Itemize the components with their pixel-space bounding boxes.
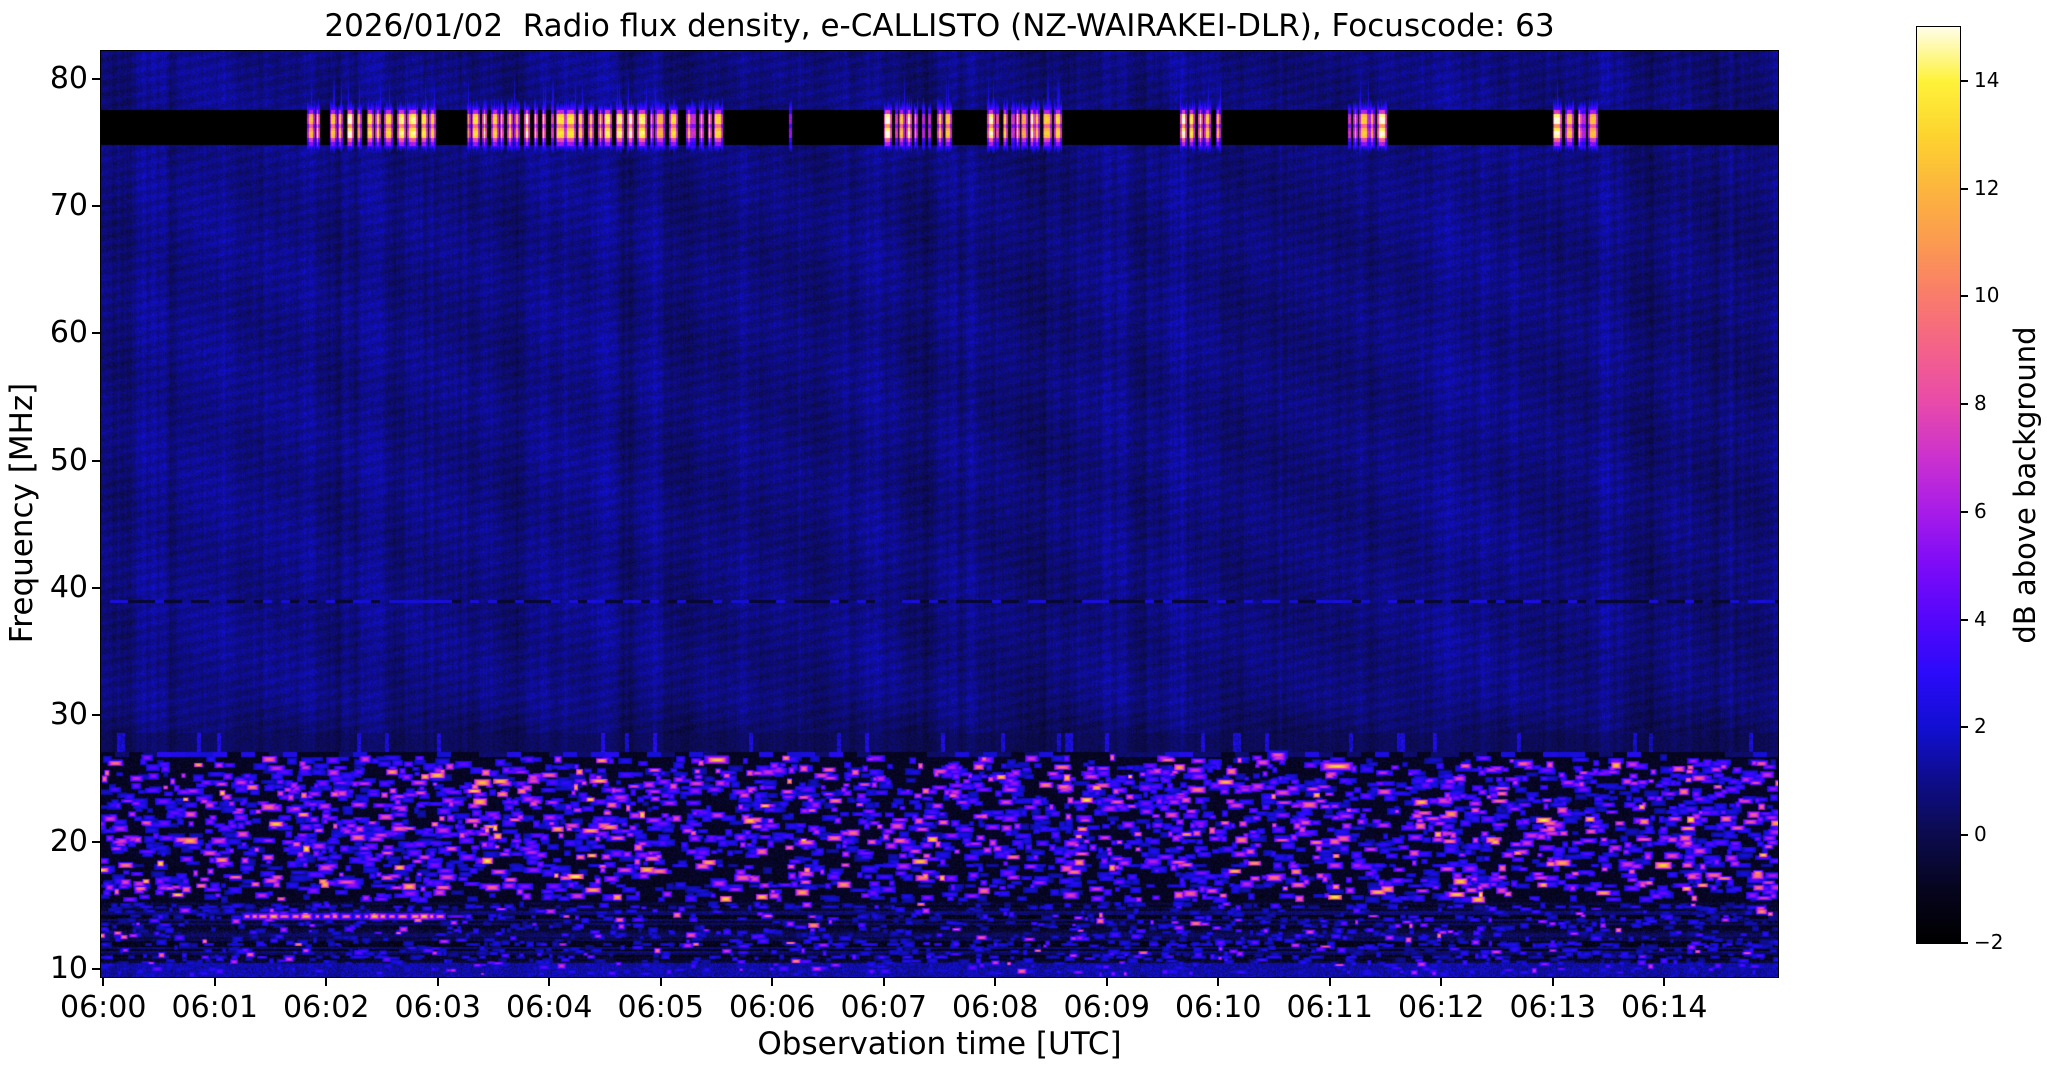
y-tick-label: 30: [49, 696, 88, 732]
x-tick-mark: [1217, 978, 1220, 986]
colorbar-tick-label: 10: [1974, 283, 2000, 308]
x-tick-mark: [994, 978, 997, 986]
colorbar-tick-label: 6: [1974, 498, 1987, 523]
y-tick-label: 60: [49, 315, 88, 351]
x-tick-mark: [1551, 978, 1554, 986]
spectrogram-figure: 2026/01/02 Radio flux density, e-CALLIST…: [0, 0, 2047, 1067]
y-tick-mark: [92, 713, 100, 716]
y-tick-mark: [92, 77, 100, 80]
colorbar-tick-label: 12: [1974, 175, 2000, 200]
y-tick-mark: [92, 968, 100, 971]
spectrogram-canvas: [101, 51, 1778, 977]
x-tick-mark: [213, 978, 216, 986]
colorbar-tick-label: 8: [1974, 391, 1987, 416]
colorbar-tick-label: 2: [1974, 714, 1987, 739]
x-tick-mark: [102, 978, 105, 986]
x-tick-mark: [548, 978, 551, 986]
y-tick-mark: [92, 841, 100, 844]
figure-title: 2026/01/02 Radio flux density, e-CALLIST…: [324, 8, 1555, 44]
colorbar-tick-label: 0: [1974, 822, 1987, 847]
x-tick-mark: [1105, 978, 1108, 986]
y-tick-label: 10: [49, 951, 88, 987]
y-tick-mark: [92, 459, 100, 462]
x-tick-mark: [325, 978, 328, 986]
y-tick-mark: [92, 205, 100, 208]
colorbar-canvas: [1917, 27, 1960, 943]
y-tick-label: 20: [49, 824, 88, 860]
x-tick-mark: [1440, 978, 1443, 986]
colorbar-tick-label: 14: [1974, 67, 2000, 92]
colorbar-tick-mark: [1961, 79, 1968, 82]
colorbar-label: dB above background: [2008, 326, 2042, 644]
y-tick-mark: [92, 586, 100, 589]
colorbar-tick-label: 4: [1974, 606, 1987, 631]
colorbar-tick-mark: [1961, 726, 1968, 729]
y-tick-mark: [92, 332, 100, 335]
y-axis-label: Frequency [MHz]: [4, 382, 40, 644]
colorbar-tick-mark: [1961, 187, 1968, 190]
y-tick-label: 40: [49, 569, 88, 605]
colorbar: [1916, 26, 1961, 944]
x-axis-label: Observation time [UTC]: [757, 1026, 1122, 1062]
x-tick-label: 06:14: [1621, 990, 1708, 1025]
x-tick-mark: [436, 978, 439, 986]
x-tick-mark: [771, 978, 774, 986]
colorbar-tick-mark: [1961, 618, 1968, 621]
plot-area: [100, 50, 1779, 978]
x-tick-mark: [1328, 978, 1331, 986]
colorbar-tick-mark: [1961, 834, 1968, 837]
colorbar-tick-mark: [1961, 295, 1968, 298]
x-tick-mark: [659, 978, 662, 986]
y-tick-label: 80: [49, 60, 88, 96]
x-tick-mark: [1663, 978, 1666, 986]
y-tick-label: 70: [49, 188, 88, 224]
colorbar-tick-mark: [1961, 403, 1968, 406]
colorbar-tick-mark: [1961, 510, 1968, 513]
y-tick-label: 50: [49, 442, 88, 478]
colorbar-tick-mark: [1961, 942, 1968, 944]
colorbar-tick-label: −2: [1974, 930, 2004, 954]
x-tick-mark: [882, 978, 885, 986]
